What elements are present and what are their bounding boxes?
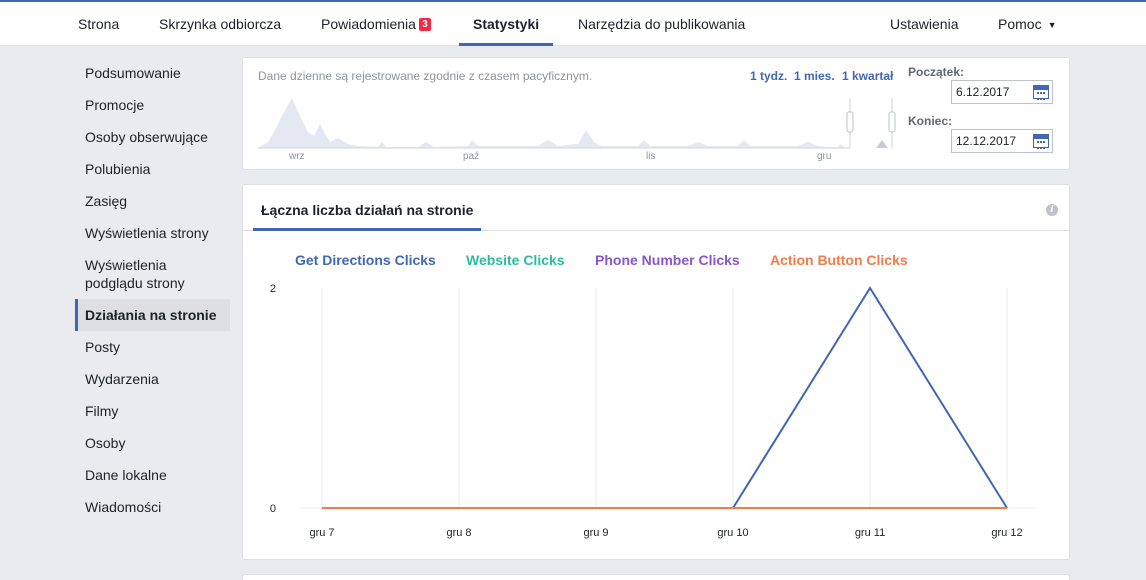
y-tick-label: 2 (270, 283, 276, 295)
x-tick-label: gru 11 (855, 527, 885, 539)
x-tick-label: gru 12 (991, 527, 1022, 539)
y-tick-label: 0 (270, 503, 276, 515)
x-tick-label: gru 9 (583, 527, 608, 539)
series-line-0 (322, 286, 1008, 509)
x-tick-label: gru 10 (717, 527, 748, 539)
x-tick-label: gru 8 (446, 527, 471, 539)
x-tick-label: gru 7 (309, 527, 334, 539)
page-actions-chart: 0 2 gru 7 gru 8 gru 9 gru 10 gru 11 gru 12 (270, 283, 1036, 539)
next-panel (242, 574, 1070, 580)
